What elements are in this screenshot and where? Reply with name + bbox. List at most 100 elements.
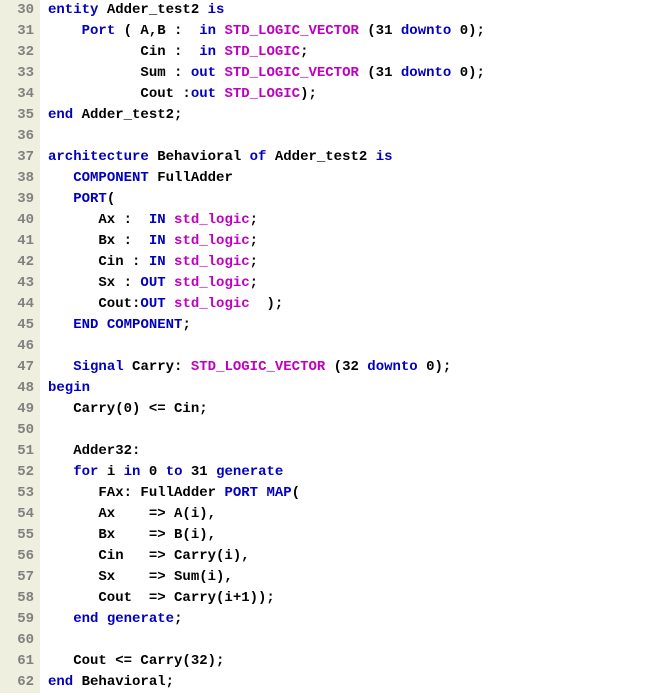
- code-content: END COMPONENT;: [40, 315, 654, 336]
- token: (: [292, 485, 300, 501]
- code-content: Bx : IN std_logic;: [40, 231, 654, 252]
- code-content: for i in 0 to 31 generate: [40, 462, 654, 483]
- line-number: 35: [0, 105, 40, 126]
- token: Behavioral: [149, 149, 250, 165]
- line-number: 62: [0, 672, 40, 693]
- code-editor: 30entity Adder_test2 is31 Port ( A,B : i…: [0, 0, 654, 693]
- token: begin: [48, 380, 90, 396]
- token: COMPONENT: [73, 170, 149, 186]
- line-number: 59: [0, 609, 40, 630]
- token: end: [73, 611, 98, 627]
- token: Sx :: [48, 275, 140, 291]
- code-line: 56 Cin => Carry(i),: [0, 546, 654, 567]
- token: [48, 611, 73, 627]
- token: Adder_test2: [266, 149, 375, 165]
- code-line: 48begin: [0, 378, 654, 399]
- line-number: 60: [0, 630, 40, 651]
- token: Bx => B(i),: [48, 527, 216, 543]
- line-number: 52: [0, 462, 40, 483]
- code-content: FAx: FullAdder PORT MAP(: [40, 483, 654, 504]
- code-content: COMPONENT FullAdder: [40, 168, 654, 189]
- code-content: Sx : OUT std_logic;: [40, 273, 654, 294]
- token: Carry(0) <= Cin;: [48, 401, 208, 417]
- line-number: 61: [0, 651, 40, 672]
- token: [98, 317, 106, 333]
- token: Cin :: [48, 44, 199, 60]
- token: Cout => Carry(i+1));: [48, 590, 275, 606]
- line-number: 55: [0, 525, 40, 546]
- token: [166, 254, 174, 270]
- token: to: [166, 464, 183, 480]
- line-number: 34: [0, 84, 40, 105]
- token: [48, 170, 73, 186]
- line-number: 30: [0, 0, 40, 21]
- code-line: 42 Cin : IN std_logic;: [0, 252, 654, 273]
- token: downto: [367, 359, 417, 375]
- code-content: Cin => Carry(i),: [40, 546, 654, 567]
- code-content: Cin : in STD_LOGIC;: [40, 42, 654, 63]
- token: Cout :: [48, 86, 191, 102]
- token: OUT: [140, 275, 165, 291]
- token: );: [300, 86, 317, 102]
- token: Adder32:: [48, 443, 140, 459]
- code-line: 40 Ax : IN std_logic;: [0, 210, 654, 231]
- token: Sx => Sum(i),: [48, 569, 233, 585]
- line-number: 43: [0, 273, 40, 294]
- line-number: 47: [0, 357, 40, 378]
- code-line: 62end Behavioral;: [0, 672, 654, 693]
- token: std_logic: [174, 275, 250, 291]
- token: 0);: [418, 359, 452, 375]
- token: [48, 359, 73, 375]
- token: 0: [140, 464, 165, 480]
- code-line: 32 Cin : in STD_LOGIC;: [0, 42, 654, 63]
- token: [166, 212, 174, 228]
- token: ;: [300, 44, 308, 60]
- token: ;: [182, 317, 190, 333]
- token: i: [98, 464, 123, 480]
- token: of: [250, 149, 267, 165]
- token: is: [208, 2, 225, 18]
- code-line: 36: [0, 126, 654, 147]
- code-content: Port ( A,B : in STD_LOGIC_VECTOR (31 dow…: [40, 21, 654, 42]
- token: end: [48, 107, 73, 123]
- line-number: 31: [0, 21, 40, 42]
- code-content: Sx => Sum(i),: [40, 567, 654, 588]
- token: IN: [149, 254, 166, 270]
- line-number: 39: [0, 189, 40, 210]
- line-number: 41: [0, 231, 40, 252]
- code-content: Cin : IN std_logic;: [40, 252, 654, 273]
- code-line: 37architecture Behavioral of Adder_test2…: [0, 147, 654, 168]
- token: Sum :: [48, 65, 191, 81]
- token: generate: [216, 464, 283, 480]
- token: FAx: FullAdder: [48, 485, 224, 501]
- code-line: 33 Sum : out STD_LOGIC_VECTOR (31 downto…: [0, 63, 654, 84]
- line-number: 53: [0, 483, 40, 504]
- token: is: [376, 149, 393, 165]
- token: Cout:: [48, 296, 140, 312]
- line-number: 45: [0, 315, 40, 336]
- token: architecture: [48, 149, 149, 165]
- code-line: 61 Cout <= Carry(32);: [0, 651, 654, 672]
- code-line: 38 COMPONENT FullAdder: [0, 168, 654, 189]
- line-number: 58: [0, 588, 40, 609]
- code-line: 35end Adder_test2;: [0, 105, 654, 126]
- token: FullAdder: [149, 170, 233, 186]
- code-line: 55 Bx => B(i),: [0, 525, 654, 546]
- code-line: 31 Port ( A,B : in STD_LOGIC_VECTOR (31 …: [0, 21, 654, 42]
- code-content: [40, 336, 654, 357]
- line-number: 44: [0, 294, 40, 315]
- token: END: [73, 317, 98, 333]
- token: 0);: [451, 23, 485, 39]
- code-content: Bx => B(i),: [40, 525, 654, 546]
- code-line: 59 end generate;: [0, 609, 654, 630]
- token: );: [250, 296, 284, 312]
- token: ;: [250, 254, 258, 270]
- token: downto: [401, 65, 451, 81]
- code-content: entity Adder_test2 is: [40, 0, 654, 21]
- code-content: Cout <= Carry(32);: [40, 651, 654, 672]
- code-line: 53 FAx: FullAdder PORT MAP(: [0, 483, 654, 504]
- token: OUT: [140, 296, 165, 312]
- token: ( A,B :: [115, 23, 199, 39]
- code-content: Carry(0) <= Cin;: [40, 399, 654, 420]
- code-content: Ax => A(i),: [40, 504, 654, 525]
